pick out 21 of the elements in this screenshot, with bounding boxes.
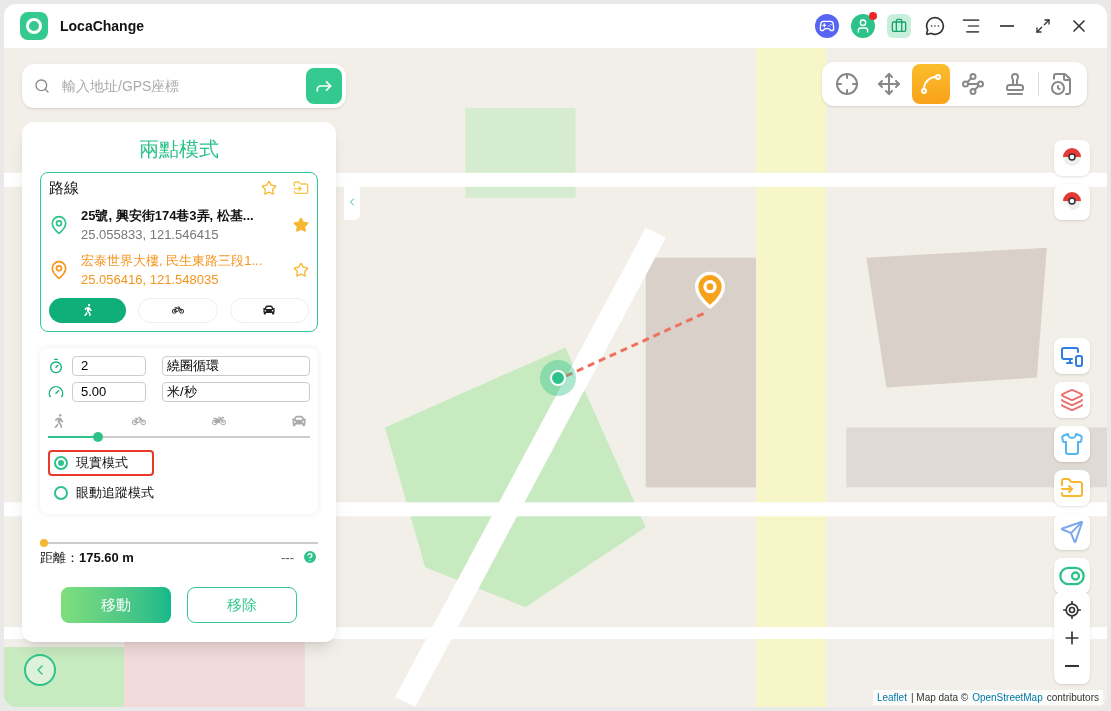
speed-field[interactable]: 5.00: [72, 381, 146, 402]
place-name: 宏泰世界大樓, 民生東路三段1...: [81, 251, 264, 270]
panel-title: 兩點模式: [138, 137, 220, 162]
distance-value: 175.60 m: [79, 548, 134, 567]
eta-text: ---: [281, 548, 294, 567]
place-name: 25號, 興安街174巷3弄, 松基...: [81, 206, 255, 225]
mode-radio[interactable]: 現實模式: [48, 449, 154, 476]
openstreetmap-link[interactable]: OpenStreetMap: [972, 690, 1043, 705]
speed-unit-dropdown[interactable]: 米/秒: [162, 381, 310, 402]
loop-mode-dropdown[interactable]: 繞圈循環: [162, 355, 310, 376]
leaflet-link[interactable]: Leaflet: [876, 690, 907, 705]
attribution-suffix: contributors: [1046, 691, 1099, 705]
route-label: 路線: [49, 178, 79, 198]
search-field[interactable]: 輸入地址/GPS座標: [22, 64, 346, 108]
distance-label: 距離：: [40, 548, 79, 567]
mode-radio[interactable]: 眼動追蹤模式: [48, 479, 180, 506]
repeat-count-field[interactable]: 2: [72, 355, 146, 376]
place-coordinates: 25.055833, 121.546415: [81, 226, 220, 244]
place-coordinates: 25.056416, 121.548035: [81, 271, 220, 289]
app-title: LocaChange: [60, 16, 144, 36]
attribution-text: | Map data ©: [910, 691, 969, 705]
